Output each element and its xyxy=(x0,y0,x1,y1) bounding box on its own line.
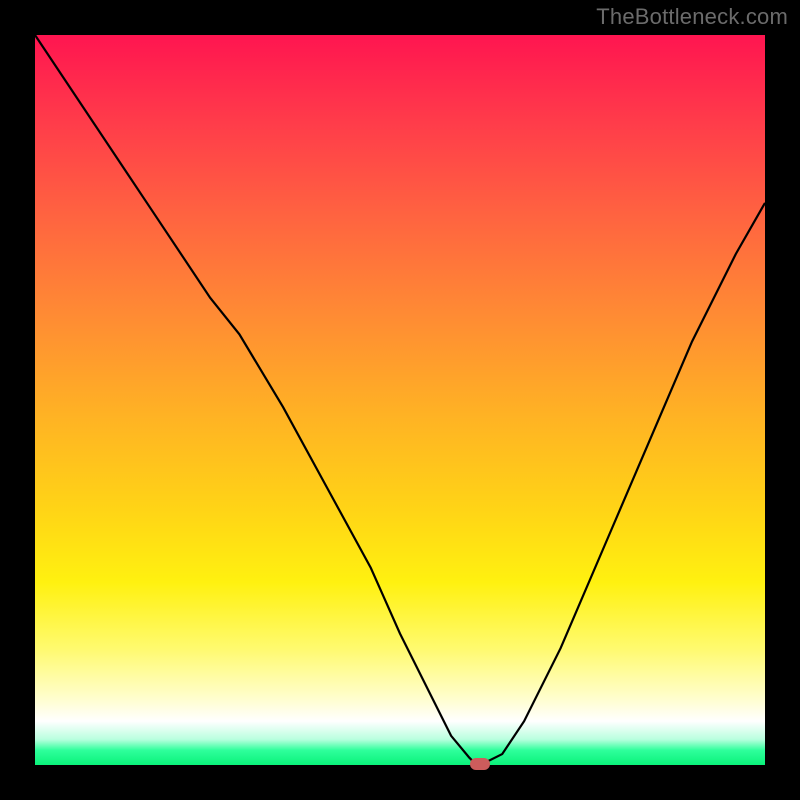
chart-frame: TheBottleneck.com xyxy=(0,0,800,800)
watermark-text: TheBottleneck.com xyxy=(596,4,788,30)
bottleneck-curve xyxy=(35,35,765,765)
curve-layer xyxy=(35,35,765,765)
minimum-marker xyxy=(470,758,490,770)
plot-area xyxy=(35,35,765,765)
